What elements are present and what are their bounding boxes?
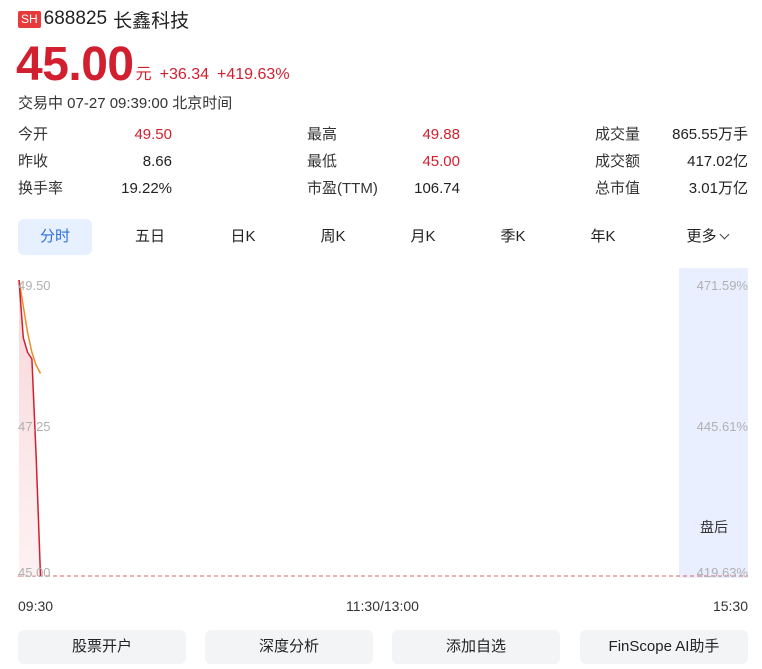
stat-pe-ttm: 市盈(TTM) 106.74 [307, 178, 460, 200]
y-axis-left-max: 49.50 [18, 278, 51, 293]
tab-daily-k[interactable]: 日K [206, 219, 280, 255]
stat-value: 865.55万手 [672, 126, 748, 143]
stat-open: 今开 49.50 [18, 124, 172, 146]
stat-turnover-rate: 换手率 19.22% [18, 178, 172, 200]
price-change: +36.34 [159, 66, 210, 83]
stock-name: 长鑫科技 [113, 10, 190, 32]
x-axis-mid-time: 11:30/13:00 [346, 598, 419, 614]
tab-intraday[interactable]: 分时 [18, 219, 92, 255]
price-row: 45.00 元 +36.34 +419.63% [16, 38, 290, 90]
stat-high: 最高 49.88 [307, 124, 460, 146]
stat-value: 8.66 [142, 153, 172, 170]
stat-label: 市盈(TTM) [307, 180, 378, 197]
chart-canvas [18, 268, 748, 578]
finscope-ai-button[interactable]: FinScope AI助手 [580, 630, 748, 664]
market-badge: SH [18, 10, 41, 28]
stat-low: 最低 45.00 [307, 151, 460, 173]
deep-analysis-button[interactable]: 深度分析 [205, 630, 373, 664]
intraday-chart[interactable]: 盘后 49.50 47.25 45.00 471.59% 445.61% 419… [18, 268, 748, 614]
stats-grid: 今开 49.50 昨收 8.66 换手率 19.22% 最高 49.88 最低 … [18, 124, 748, 208]
stat-label: 今开 [18, 126, 49, 143]
tab-quarterly-k[interactable]: 季K [476, 219, 550, 255]
tab-more-label: 更多 [686, 228, 717, 245]
stat-value: 417.02亿 [687, 153, 748, 170]
y-axis-right-max: 471.59% [696, 278, 748, 293]
open-account-button[interactable]: 股票开户 [18, 630, 186, 664]
y-axis-right-mid: 445.61% [696, 419, 748, 434]
stat-label: 成交量 [595, 126, 641, 143]
stat-market-cap: 总市值 3.01万亿 [595, 178, 748, 200]
current-price: 45.00 [16, 38, 134, 91]
tab-five-day[interactable]: 五日 [113, 219, 187, 255]
trading-status: 交易中 07-27 09:39:00 北京时间 [18, 95, 233, 112]
after-hours-label: 盘后 [700, 519, 728, 535]
stat-label: 成交额 [595, 153, 641, 170]
stat-label: 昨收 [18, 153, 49, 170]
stat-value: 19.22% [121, 180, 172, 197]
chevron-down-icon [719, 229, 729, 240]
y-axis-left-min: 45.00 [18, 565, 51, 580]
stat-value: 106.74 [414, 180, 460, 197]
add-watchlist-button[interactable]: 添加自选 [392, 630, 560, 664]
action-bar: 股票开户 深度分析 添加自选 FinScope AI助手 [18, 630, 748, 664]
stat-label: 总市值 [595, 180, 641, 197]
tab-yearly-k[interactable]: 年K [566, 219, 640, 255]
stock-header: SH 688825 长鑫科技 [18, 6, 189, 32]
price-unit: 元 [135, 66, 152, 83]
x-axis-close-time: 15:30 [712, 598, 748, 614]
stat-volume: 成交量 865.55万手 [595, 124, 748, 146]
stat-label: 最高 [307, 126, 338, 143]
stat-label: 换手率 [18, 180, 64, 197]
x-axis-open-time: 09:30 [18, 598, 54, 614]
stock-code: 688825 [43, 8, 108, 29]
chart-period-tabs: 分时 五日 日K 周K 月K 季K 年K 更多 [18, 219, 748, 255]
stat-value: 49.50 [134, 126, 172, 143]
stat-value: 49.88 [422, 126, 460, 143]
stat-prev-close: 昨收 8.66 [18, 151, 172, 173]
stat-amount: 成交额 417.02亿 [595, 151, 748, 173]
stat-value: 45.00 [422, 153, 460, 170]
tab-weekly-k[interactable]: 周K [296, 219, 370, 255]
stat-value: 3.01万亿 [688, 180, 748, 197]
tab-more[interactable]: 更多 [666, 219, 748, 255]
y-axis-right-min: 419.63% [696, 565, 748, 580]
tab-monthly-k[interactable]: 月K [386, 219, 460, 255]
stat-label: 最低 [307, 153, 338, 170]
y-axis-left-mid: 47.25 [18, 419, 51, 434]
price-change-pct: +419.63% [217, 66, 290, 83]
